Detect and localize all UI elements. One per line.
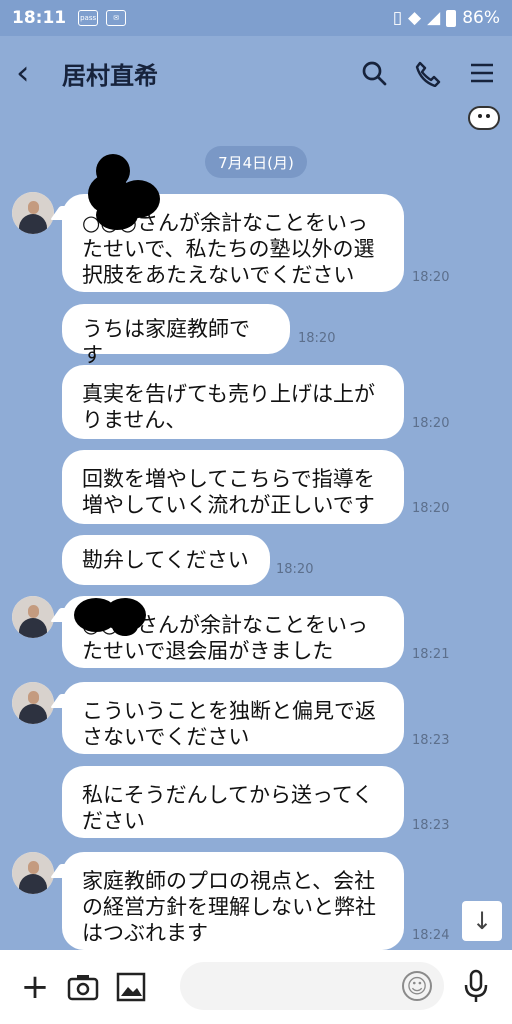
status-bar: 18:11 pass ✉ ▯ ◆ ◢ 86%: [0, 0, 512, 36]
pass-icon: pass: [78, 10, 99, 26]
scroll-down-button[interactable]: ↓: [462, 901, 502, 941]
vibrate-icon: ▯: [392, 8, 403, 28]
battery-percent: 86%: [462, 8, 500, 28]
chat-title: 居村直希: [62, 61, 158, 90]
wifi-icon: ◆: [408, 8, 422, 28]
message-time: 18:23: [412, 818, 450, 833]
emoji-icon[interactable]: ☺: [402, 971, 432, 1001]
back-button[interactable]: ‹: [16, 56, 56, 90]
message-bubble: 回数を増やしてこちらで指導を増やしていく流れが正しいです: [62, 450, 404, 524]
search-icon[interactable]: [360, 59, 388, 87]
message-bubble: 家庭教師のプロの視点と、会社の経営方針を理解しないと弊社はつぶれます: [62, 852, 404, 950]
date-separator: 7月4日(月): [205, 146, 307, 178]
message-time: 18:23: [412, 733, 450, 748]
menu-icon[interactable]: [468, 61, 496, 85]
message-time: 18:20: [298, 331, 336, 346]
status-time: 18:11: [12, 8, 67, 28]
message-time: 18:21: [412, 647, 450, 662]
message-time: 18:20: [412, 270, 450, 285]
message-time: 18:24: [412, 928, 450, 943]
signal-icon: ◢: [427, 8, 441, 28]
avatar[interactable]: [12, 682, 54, 724]
sticker-icon[interactable]: [468, 106, 500, 130]
message-bubble: 真実を告げても売り上げは上がりません、: [62, 365, 404, 439]
camera-icon[interactable]: [66, 970, 100, 1004]
chat-header: ‹ 居村直希: [0, 36, 512, 110]
redaction-blot: [96, 200, 138, 230]
message-time: 18:20: [412, 501, 450, 516]
mic-icon[interactable]: [460, 968, 492, 1004]
battery-icon: [446, 9, 457, 27]
message-time: 18:20: [276, 562, 314, 577]
phone-icon[interactable]: [414, 59, 442, 87]
plus-icon[interactable]: +: [18, 967, 52, 1007]
message-time: 18:20: [412, 416, 450, 431]
avatar[interactable]: [12, 596, 54, 638]
message-bubble: うちは家庭教師です: [62, 304, 290, 367]
message-bubble: 勘弁してください: [62, 535, 270, 585]
message-bubble: こういうことを独断と偏見で返さないでください: [62, 682, 404, 754]
redaction-blot: [112, 616, 138, 636]
avatar[interactable]: [12, 192, 54, 234]
message-bubble: 私にそうだんしてから送ってください: [62, 766, 404, 838]
image-icon[interactable]: [114, 970, 148, 1004]
mail-icon: ✉: [106, 10, 127, 26]
avatar[interactable]: [12, 852, 54, 894]
